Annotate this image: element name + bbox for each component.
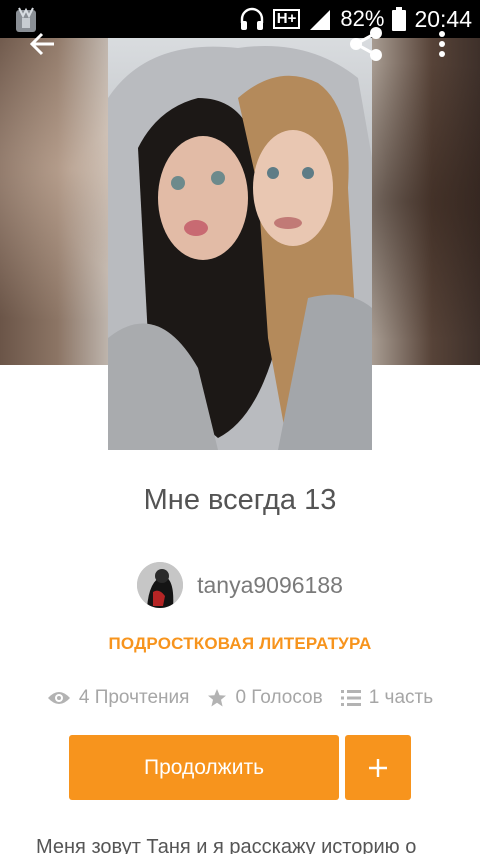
- story-description: Меня зовут Таня и я расскажу историю о: [36, 836, 417, 854]
- cover-photo: [108, 38, 372, 450]
- votes-count: 0 Голосов: [235, 687, 323, 708]
- author-row[interactable]: tanya9096188: [0, 561, 480, 609]
- arrow-back-icon: [29, 32, 54, 56]
- headphones-icon: [240, 7, 263, 30]
- add-to-library-button[interactable]: [345, 735, 411, 800]
- votes-stat: 0 Голосов: [207, 687, 323, 709]
- parts-stat: 1 часть: [340, 687, 434, 709]
- story-title: Мне всегда 13: [143, 484, 337, 516]
- more-options-button[interactable]: [420, 22, 464, 66]
- star-icon: [208, 689, 227, 707]
- story-cover-image[interactable]: [108, 38, 372, 450]
- status-bar: H+ 82% 20:44: [0, 0, 480, 38]
- continue-reading-button[interactable]: Продолжить: [69, 735, 339, 800]
- author-name[interactable]: tanya9096188: [197, 572, 343, 599]
- category-link[interactable]: ПОДРОСТКОВАЯ ЛИТЕРАТУРА: [0, 634, 480, 654]
- list-icon: [340, 690, 361, 706]
- more-vert-icon: [439, 31, 445, 57]
- share-icon: [350, 27, 382, 61]
- author-avatar[interactable]: [137, 562, 184, 608]
- share-button[interactable]: [344, 22, 388, 66]
- reads-count: 4 Прочтения: [78, 687, 190, 708]
- story-stats: 4 Прочтения 0 Голосов 1 часть: [0, 683, 480, 713]
- signal-icon: [310, 10, 331, 30]
- story-screen: H+ 82% 20:44 Мне всегда 13 tanya9096188 …: [0, 0, 480, 854]
- plus-icon: [369, 758, 387, 777]
- eye-icon: [47, 692, 70, 704]
- battery-icon: [392, 7, 407, 31]
- back-button[interactable]: [20, 22, 64, 66]
- reads-stat: 4 Прочтения: [47, 687, 190, 709]
- network-type: H+: [272, 9, 301, 29]
- parts-count: 1 часть: [368, 687, 434, 708]
- avatar-image: [137, 562, 184, 608]
